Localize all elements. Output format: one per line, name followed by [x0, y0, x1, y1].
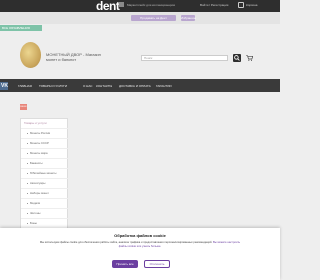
shop-logo	[20, 42, 41, 68]
search-icon	[234, 55, 240, 61]
vk-link[interactable]: VK	[0, 82, 8, 90]
all-listings-button[interactable]: ВСЕ ОБЪЯВЛЕНИЯ	[0, 25, 42, 31]
category-item[interactable]: Медали	[21, 198, 69, 208]
accept-cookies-button[interactable]: Принять все	[112, 260, 138, 268]
nav-about[interactable]: О НАС	[83, 84, 92, 88]
category-item[interactable]: Наборы монет	[21, 188, 69, 198]
logo-badge-icon	[119, 2, 124, 7]
login-link[interactable]: Войти / Регистрация	[200, 3, 228, 7]
category-item[interactable]: Банкноты	[21, 158, 69, 168]
vk-icon: VK	[1, 83, 8, 89]
shop-cart-icon[interactable]	[246, 55, 253, 61]
cart-icon[interactable]	[238, 2, 244, 8]
search-placeholder: Поиск	[144, 56, 153, 60]
category-item[interactable]: Жетоны	[21, 208, 69, 218]
cookie-title: Обработка файлов cookie	[114, 233, 166, 238]
decline-cookies-button[interactable]: Отклонить	[144, 260, 170, 268]
nav-delivery[interactable]: ДОСТАВКА И ОПЛАТА	[119, 84, 151, 88]
category-item[interactable]: Аксессуары	[21, 178, 69, 188]
sub-bar: Продавать на Дент Избранное	[0, 12, 280, 24]
categories-title[interactable]: Товары и услуги	[24, 121, 47, 125]
category-item[interactable]: Монеты СССР	[21, 138, 69, 148]
category-item[interactable]: Боны	[21, 218, 69, 228]
search-button[interactable]	[233, 54, 241, 62]
shop-title: МОНЕТНЫЙ ДВОР - Магазин монет и банкнот	[46, 52, 101, 62]
cart-link[interactable]: Корзина	[246, 3, 257, 7]
cookie-banner: Обработка файлов cookie Мы используем фа…	[0, 228, 280, 280]
nav-guarantees[interactable]: ГАРАНТИИ	[156, 84, 172, 88]
cookie-description: Мы используем файлы cookie для обеспечен…	[39, 241, 213, 244]
top-bar: dent Маркетплейс для коллекционеров Войт…	[0, 0, 280, 13]
cookie-text: Мы используем файлы cookie для обеспечен…	[38, 241, 242, 249]
nav-home[interactable]: ГЛАВНАЯ	[18, 84, 32, 88]
categories-head-badge: МЕНЮ	[20, 104, 27, 110]
search-input[interactable]: Поиск	[141, 55, 228, 61]
main-nav: ГЛАВНАЯ ТОВАРЫ И УСЛУГИ О НАС КОНТАКТЫ Д…	[0, 79, 280, 92]
all-listings-label: ВСЕ ОБЪЯВЛЕНИЯ	[2, 26, 30, 30]
nav-products[interactable]: ТОВАРЫ И УСЛУГИ	[39, 84, 67, 88]
sell-button[interactable]: Продавать на Дент	[131, 15, 176, 21]
category-item[interactable]: Юбилейные монеты	[21, 168, 69, 178]
favorites-button[interactable]: Избранное	[181, 15, 196, 21]
nav-contacts[interactable]: КОНТАКТЫ	[96, 84, 112, 88]
logo-tagline: Маркетплейс для коллекционеров	[127, 3, 175, 7]
category-item[interactable]: Монеты мира	[21, 148, 69, 158]
category-item[interactable]: Монеты России	[21, 128, 69, 138]
